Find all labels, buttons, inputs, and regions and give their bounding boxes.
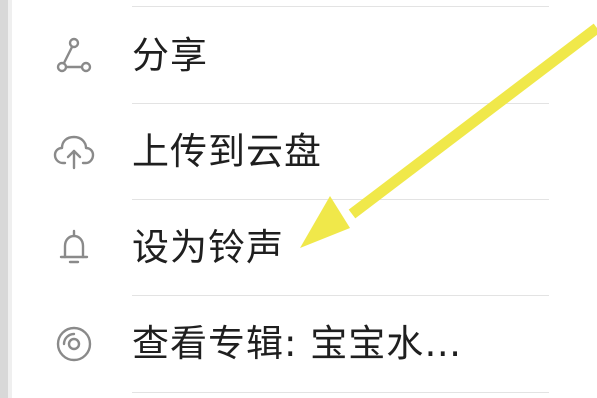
menu-item-label: 设为铃声: [132, 226, 284, 269]
divider: [132, 6, 549, 7]
menu-item-upload-cloud[interactable]: 上传到云盘: [12, 104, 597, 200]
menu-item-view-album[interactable]: 查看专辑: 宝宝水…: [12, 296, 597, 392]
bell-icon: [59, 229, 89, 264]
share-icon: [56, 37, 92, 73]
menu-item-set-ringtone[interactable]: 设为铃声: [12, 200, 597, 296]
screen-edge: [0, 0, 8, 398]
divider: [132, 392, 549, 393]
album-disc-icon: [56, 326, 92, 362]
menu-item-share[interactable]: 分享: [12, 8, 597, 104]
menu-item-label: 上传到云盘: [132, 130, 322, 173]
menu-item-label: 查看专辑: 宝宝水…: [132, 322, 463, 365]
cloud-upload-icon: [53, 135, 95, 170]
menu-item-label: 分享: [132, 34, 208, 77]
context-menu: 分享 上传到云盘 设为铃声 查看专辑: 宝宝水…: [12, 0, 597, 398]
